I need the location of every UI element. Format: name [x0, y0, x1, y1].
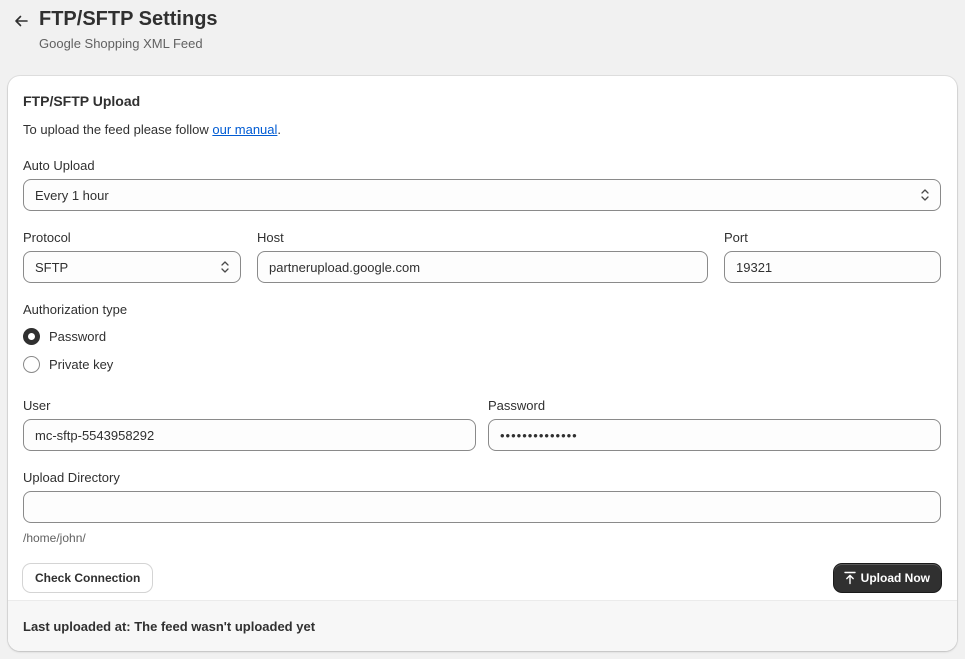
upload-directory-label: Upload Directory	[23, 470, 120, 485]
intro-text: To upload the feed please follow our man…	[23, 122, 281, 137]
upload-directory-help: /home/john/	[23, 531, 86, 545]
ftp-upload-card: FTP/SFTP Upload To upload the feed pleas…	[8, 76, 957, 651]
port-input[interactable]: 19321	[724, 251, 941, 283]
card-title: FTP/SFTP Upload	[23, 93, 141, 109]
host-label: Host	[257, 230, 284, 245]
host-input[interactable]: partnerupload.google.com	[257, 251, 708, 283]
manual-link[interactable]: our manual	[212, 122, 277, 137]
upload-now-button[interactable]: Upload Now	[833, 564, 941, 592]
upload-arrow-icon	[843, 571, 857, 585]
card-footer: Last uploaded at: The feed wasn't upload…	[8, 600, 957, 651]
auto-upload-label: Auto Upload	[23, 158, 95, 173]
port-value: 19321	[736, 259, 773, 275]
back-button[interactable]	[12, 12, 30, 30]
user-input[interactable]: mc-sftp-5543958292	[23, 419, 476, 451]
intro-suffix: .	[277, 122, 282, 137]
auth-option-private-key[interactable]: Private key	[23, 356, 113, 373]
page-title: FTP/SFTP Settings	[39, 8, 218, 30]
host-value: partnerupload.google.com	[269, 259, 421, 275]
radio-unchecked-icon[interactable]	[23, 356, 40, 373]
check-connection-button[interactable]: Check Connection	[23, 564, 153, 592]
radio-checked-icon[interactable]	[23, 328, 40, 345]
arrow-left-icon	[15, 15, 28, 27]
protocol-label: Protocol	[23, 230, 71, 245]
last-uploaded-status: Last uploaded at: The feed wasn't upload…	[23, 619, 316, 634]
page-subtitle: Google Shopping XML Feed	[39, 36, 203, 51]
auth-option-password[interactable]: Password	[23, 328, 106, 345]
auto-upload-value: Every 1 hour	[35, 187, 109, 203]
auth-option-label: Password	[49, 329, 107, 344]
password-value: ••••••••••••••	[500, 427, 578, 443]
protocol-select[interactable]: SFTP	[23, 251, 241, 283]
password-label: Password	[488, 398, 546, 413]
intro-prefix: To upload the feed please follow	[23, 122, 213, 137]
user-value: mc-sftp-5543958292	[35, 427, 155, 443]
protocol-value: SFTP	[35, 259, 69, 275]
chevron-up-down-icon	[921, 189, 929, 201]
auth-type-label: Authorization type	[23, 302, 128, 317]
port-label: Port	[724, 230, 748, 245]
password-input[interactable]: ••••••••••••••	[488, 419, 941, 451]
user-label: User	[23, 398, 51, 413]
upload-now-label: Upload Now	[860, 571, 930, 585]
auto-upload-select[interactable]: Every 1 hour	[23, 179, 941, 211]
chevron-up-down-icon	[221, 261, 229, 273]
auth-option-label: Private key	[49, 357, 114, 372]
upload-directory-input[interactable]	[23, 491, 941, 523]
